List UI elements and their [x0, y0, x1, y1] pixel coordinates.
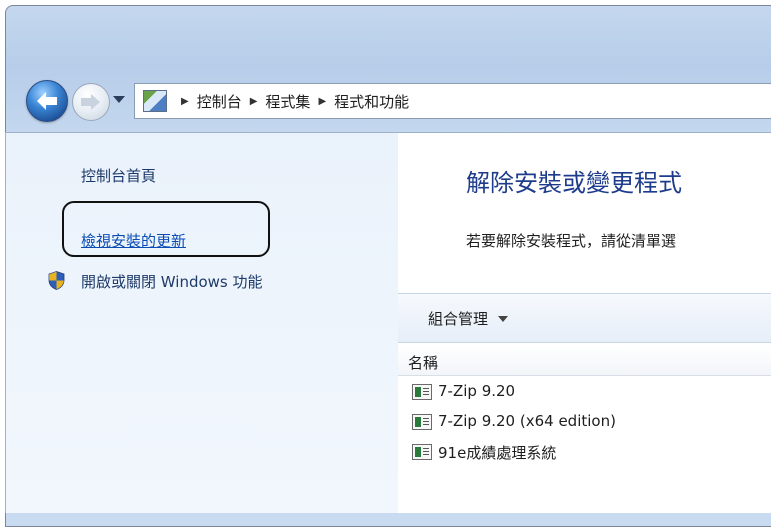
- breadcrumb-programs[interactable]: 程式集: [265, 91, 310, 112]
- command-bar: 組合管理: [398, 293, 771, 343]
- column-header-name[interactable]: 名稱: [398, 345, 771, 376]
- windows-features-link[interactable]: 開啟或關閉 Windows 功能: [81, 271, 263, 292]
- forward-arrow-icon: [81, 94, 100, 110]
- column-header-label: 名稱: [408, 354, 439, 372]
- page-title: 解除安裝或變更程式: [466, 169, 682, 197]
- program-icon: [412, 444, 432, 460]
- program-icon: [412, 414, 432, 430]
- back-arrow-icon: [37, 92, 57, 110]
- navigation-bar: ▶ 控制台 ▶ 程式集 ▶ 程式和功能: [6, 66, 771, 138]
- breadcrumb-control-panel[interactable]: 控制台: [197, 91, 242, 112]
- list-item[interactable]: 7-Zip 9.20: [398, 377, 771, 407]
- forward-button[interactable]: [72, 83, 110, 121]
- program-list: 7-Zip 9.20 7-Zip 9.20 (x64 edition) 91e成…: [398, 377, 771, 467]
- breadcrumb-arrow-icon[interactable]: ▶: [250, 96, 258, 107]
- recent-pages-dropdown[interactable]: [113, 96, 125, 103]
- breadcrumb-arrow-icon[interactable]: ▶: [181, 96, 189, 107]
- back-button[interactable]: [26, 80, 68, 122]
- program-name: 7-Zip 9.20 (x64 edition): [438, 412, 616, 430]
- view-installed-updates-link[interactable]: 檢視安裝的更新: [81, 230, 186, 251]
- list-item[interactable]: 7-Zip 9.20 (x64 edition): [398, 407, 771, 437]
- uac-shield-icon: [48, 271, 65, 290]
- breadcrumb-arrow-icon[interactable]: ▶: [318, 96, 326, 107]
- instructions-text: 若要解除安裝程式，請從清單選: [466, 232, 677, 250]
- organize-label: 組合管理: [428, 310, 489, 328]
- program-name: 7-Zip 9.20: [438, 382, 516, 400]
- list-item[interactable]: 91e成績處理系統: [398, 437, 771, 467]
- breadcrumb-programs-and-features[interactable]: 程式和功能: [334, 91, 409, 112]
- chevron-down-icon: [498, 315, 509, 322]
- main-pane: 解除安裝或變更程式 若要解除安裝程式，請從清單選 組合管理 名稱 7-Zip 9…: [398, 133, 771, 513]
- control-panel-icon: [143, 90, 167, 112]
- address-bar[interactable]: ▶ 控制台 ▶ 程式集 ▶ 程式和功能: [134, 83, 771, 119]
- organize-button[interactable]: 組合管理: [428, 308, 509, 329]
- title-bar: [6, 6, 771, 66]
- program-icon: [412, 384, 432, 400]
- program-name: 91e成績處理系統: [438, 444, 557, 462]
- control-panel-home-link[interactable]: 控制台首頁: [81, 165, 156, 186]
- task-pane: 控制台首頁 檢視安裝的更新 開啟或關閉 Windows 功能: [6, 133, 398, 513]
- content-area: 控制台首頁 檢視安裝的更新 開啟或關閉 Windows 功能 解除安裝或變更程式…: [5, 132, 771, 513]
